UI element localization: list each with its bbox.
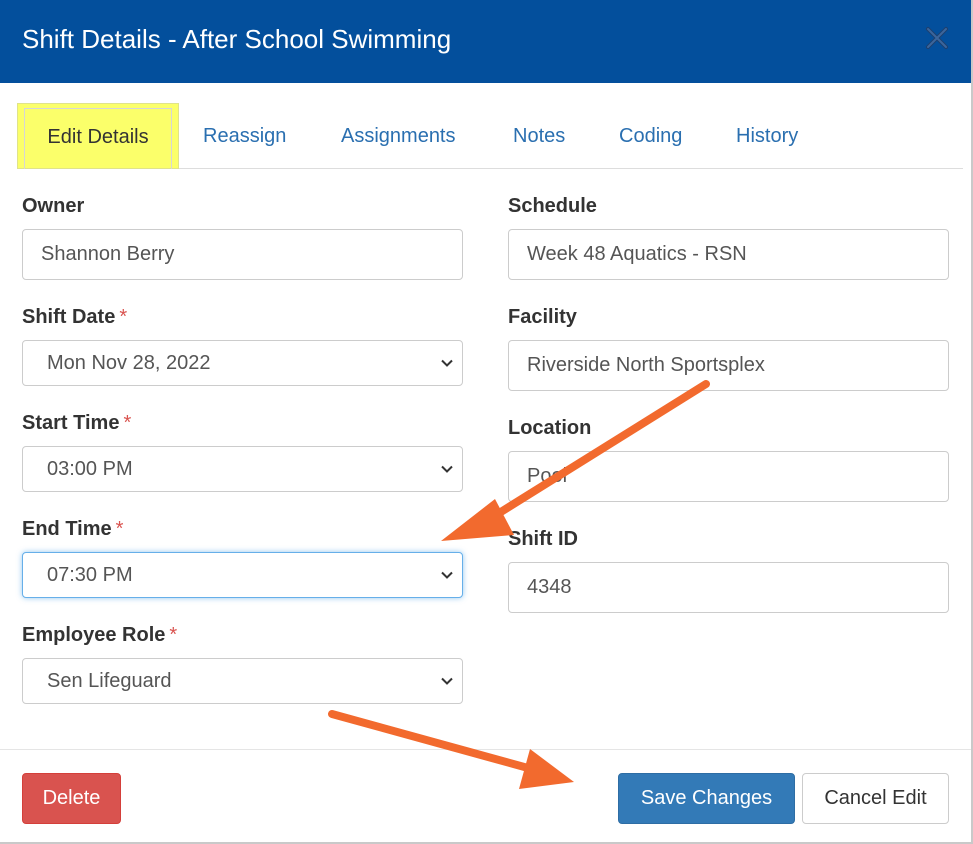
- required-marker: *: [115, 518, 124, 540]
- end-time-select[interactable]: 07:30 PM: [22, 552, 463, 598]
- shift-details-modal: Shift Details - After School Swimming Ed…: [0, 0, 973, 844]
- tab-assignments[interactable]: Assignments: [341, 103, 456, 169]
- end-time-label: End Time *: [22, 518, 123, 541]
- shift-date-select[interactable]: Mon Nov 28, 2022: [22, 340, 463, 386]
- modal-footer: Delete Save Changes Cancel Edit: [0, 749, 971, 842]
- employee-role-label-text: Employee Role: [22, 624, 166, 646]
- employee-role-select[interactable]: Sen Lifeguard: [22, 658, 463, 704]
- employee-role-value: Sen Lifeguard: [47, 670, 172, 692]
- shift-date-label: Shift Date *: [22, 306, 127, 329]
- modal-header: Shift Details - After School Swimming: [0, 0, 971, 83]
- start-time-select[interactable]: 03:00 PM: [22, 446, 463, 492]
- shift-id-field[interactable]: 4348: [508, 562, 949, 613]
- chevron-down-icon: [441, 677, 453, 685]
- tab-bar: Edit Details Reassign Assignments Notes …: [17, 103, 963, 169]
- delete-button[interactable]: Delete: [22, 773, 121, 824]
- tab-notes[interactable]: Notes: [513, 103, 565, 169]
- start-time-label-text: Start Time: [22, 412, 120, 434]
- required-marker: *: [123, 412, 132, 434]
- schedule-label: Schedule: [508, 195, 597, 217]
- shift-id-label: Shift ID: [508, 528, 578, 550]
- schedule-field[interactable]: Week 48 Aquatics - RSN: [508, 229, 949, 280]
- start-time-value: 03:00 PM: [47, 458, 133, 480]
- location-field[interactable]: Pool: [508, 451, 949, 502]
- required-marker: *: [169, 624, 178, 646]
- chevron-down-icon: [441, 359, 453, 367]
- chevron-down-icon: [441, 571, 453, 579]
- facility-label: Facility: [508, 306, 577, 328]
- location-label: Location: [508, 417, 592, 439]
- end-time-value: 07:30 PM: [47, 564, 133, 586]
- owner-label: Owner: [22, 195, 85, 217]
- cancel-edit-button[interactable]: Cancel Edit: [802, 773, 949, 824]
- owner-field[interactable]: Shannon Berry: [22, 229, 463, 280]
- start-time-label: Start Time *: [22, 412, 131, 435]
- tab-edit-details[interactable]: Edit Details: [17, 103, 179, 169]
- required-marker: *: [119, 306, 128, 328]
- end-time-label-text: End Time: [22, 518, 112, 540]
- shift-date-value: Mon Nov 28, 2022: [47, 352, 211, 374]
- chevron-down-icon: [441, 465, 453, 473]
- shift-date-label-text: Shift Date: [22, 306, 116, 328]
- facility-field[interactable]: Riverside North Sportsplex: [508, 340, 949, 391]
- employee-role-label: Employee Role *: [22, 624, 177, 647]
- tab-coding[interactable]: Coding: [619, 103, 682, 169]
- close-icon[interactable]: [921, 22, 953, 54]
- save-changes-button[interactable]: Save Changes: [618, 773, 795, 824]
- modal-title: Shift Details - After School Swimming: [22, 24, 452, 54]
- tab-history[interactable]: History: [736, 103, 798, 169]
- tab-reassign[interactable]: Reassign: [203, 103, 286, 169]
